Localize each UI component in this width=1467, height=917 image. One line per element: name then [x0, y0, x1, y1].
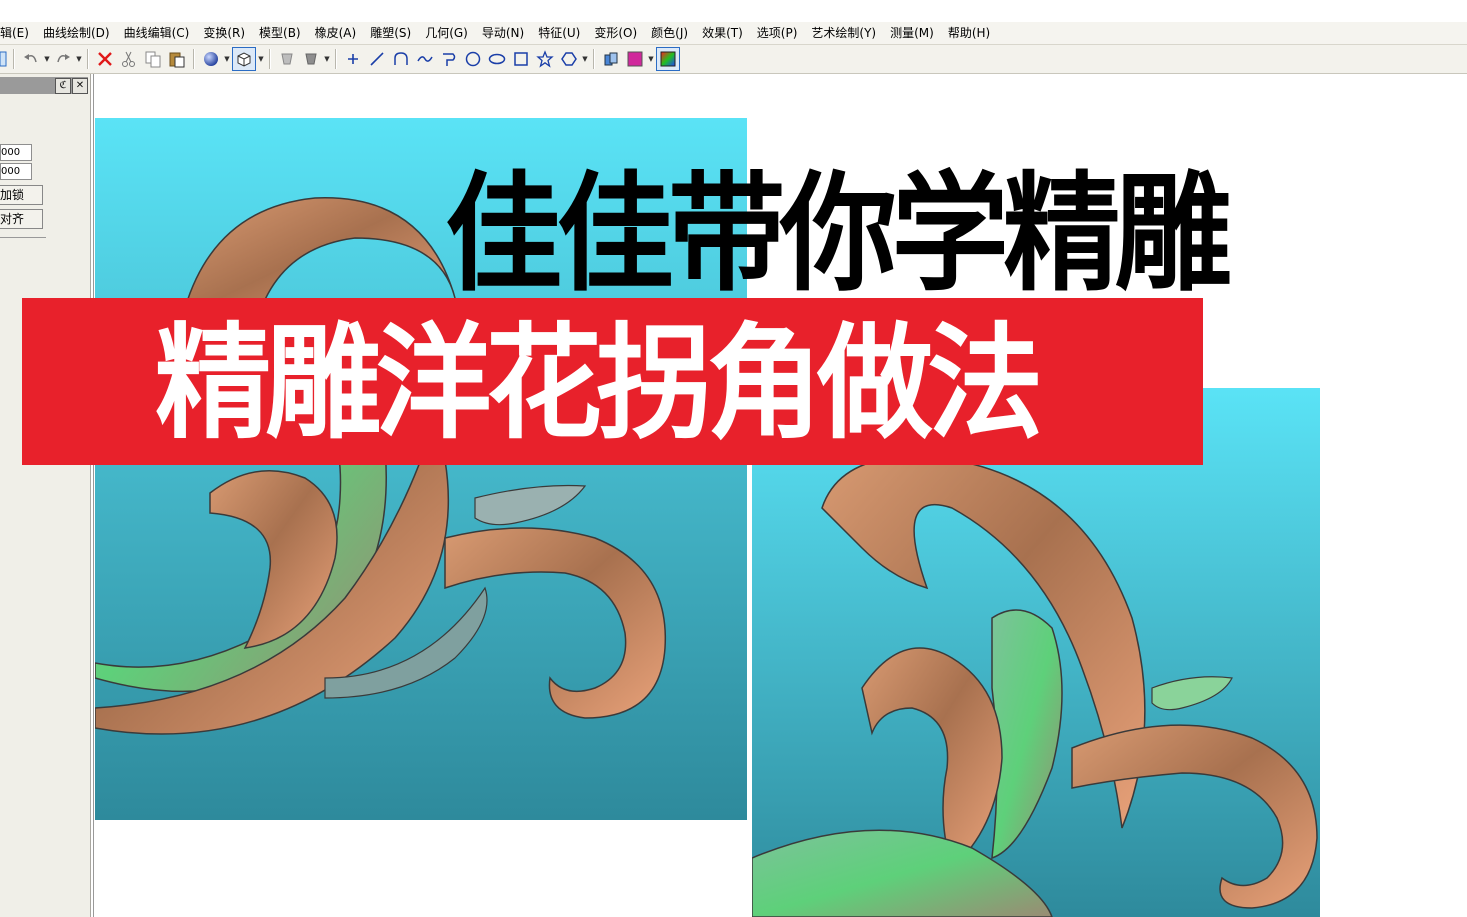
polygon-dropdown-icon[interactable]: ▼	[581, 48, 589, 70]
banner-title: 精雕洋花拐角做法	[155, 312, 1043, 456]
menu-feature[interactable]: 特征(U)	[531, 22, 587, 44]
menu-art-draw[interactable]: 艺术绘制(Y)	[804, 22, 883, 44]
menu-curve-edit[interactable]: 曲线编辑(C)	[117, 22, 197, 44]
sphere-dropdown-icon[interactable]: ▼	[223, 48, 231, 70]
menu-effect[interactable]: 效果(T)	[695, 22, 750, 44]
menu-help[interactable]: 帮助(H)	[941, 22, 997, 44]
circle-icon[interactable]	[462, 48, 484, 70]
menu-options[interactable]: 选项(P)	[750, 22, 805, 44]
value-field-1[interactable]: 000	[0, 144, 32, 161]
pin-icon[interactable]: ℭ	[55, 78, 71, 94]
undo-dropdown-icon[interactable]: ▼	[43, 48, 51, 70]
left-panel: ℭ ✕ 000 000 加锁 对齐	[0, 74, 91, 917]
toolbar-separator	[593, 49, 595, 69]
menu-deform[interactable]: 变形(O)	[587, 22, 644, 44]
line-icon[interactable]	[366, 48, 388, 70]
cube-view-icon[interactable]	[232, 47, 256, 71]
value-field-2[interactable]: 000	[0, 163, 32, 180]
toolbar: ▼ ▼ ▼ ▼ ▼ ▼ ▼	[0, 45, 1467, 74]
shade-icon[interactable]	[276, 48, 298, 70]
toolbar-separator	[87, 49, 89, 69]
lock-button[interactable]: 加锁	[0, 185, 43, 205]
color-swatch-icon[interactable]	[624, 48, 646, 70]
menu-transform[interactable]: 变换(R)	[196, 22, 252, 44]
menu-sculpt[interactable]: 雕塑(S)	[363, 22, 418, 44]
delete-icon[interactable]	[94, 48, 116, 70]
panel-divider	[0, 237, 46, 238]
menu-measure[interactable]: 测量(M)	[883, 22, 941, 44]
menu-bar: 辑(E) 曲线绘制(D) 曲线编辑(C) 变换(R) 模型(B) 橡皮(A) 雕…	[0, 22, 1467, 45]
close-icon[interactable]: ✕	[72, 78, 88, 94]
ellipse-icon[interactable]	[486, 48, 508, 70]
color-tool-icon[interactable]	[600, 48, 622, 70]
color-dropdown-icon[interactable]: ▼	[647, 48, 655, 70]
point-icon[interactable]	[342, 48, 364, 70]
menu-model[interactable]: 模型(B)	[252, 22, 308, 44]
copy-icon[interactable]	[142, 48, 164, 70]
menu-geometry[interactable]: 几何(G)	[418, 22, 475, 44]
arc-icon[interactable]	[390, 48, 412, 70]
sphere-view-icon[interactable]	[200, 48, 222, 70]
menu-curve-draw[interactable]: 曲线绘制(D)	[36, 22, 117, 44]
rectangle-icon[interactable]	[510, 48, 532, 70]
palette-icon[interactable]	[656, 47, 680, 71]
render-icon[interactable]	[300, 48, 322, 70]
toolbar-separator	[193, 49, 195, 69]
polygon-icon[interactable]	[558, 48, 580, 70]
menu-eraser[interactable]: 橡皮(A)	[308, 22, 364, 44]
menu-sweep[interactable]: 导动(N)	[475, 22, 531, 44]
polyline-icon[interactable]	[438, 48, 460, 70]
cut-icon[interactable]	[118, 48, 140, 70]
menu-color[interactable]: 颜色(J)	[644, 22, 695, 44]
render-dropdown-icon[interactable]: ▼	[323, 48, 331, 70]
relief-model-image-2	[752, 388, 1320, 917]
video-headline: 佳佳带你学精雕	[445, 160, 1232, 309]
undo-icon[interactable]	[20, 48, 42, 70]
menu-edit[interactable]: 辑(E)	[0, 22, 36, 44]
curve-icon[interactable]	[414, 48, 436, 70]
cube-dropdown-icon[interactable]: ▼	[257, 48, 265, 70]
star-icon[interactable]	[534, 48, 556, 70]
toolbar-separator	[269, 49, 271, 69]
align-button[interactable]: 对齐	[0, 209, 43, 229]
redo-dropdown-icon[interactable]: ▼	[75, 48, 83, 70]
redo-icon[interactable]	[52, 48, 74, 70]
toolbar-separator	[335, 49, 337, 69]
window-top-strip	[0, 0, 1467, 22]
paste-icon[interactable]	[166, 48, 188, 70]
toolbar-separator	[13, 49, 15, 69]
select-icon[interactable]	[0, 48, 8, 70]
